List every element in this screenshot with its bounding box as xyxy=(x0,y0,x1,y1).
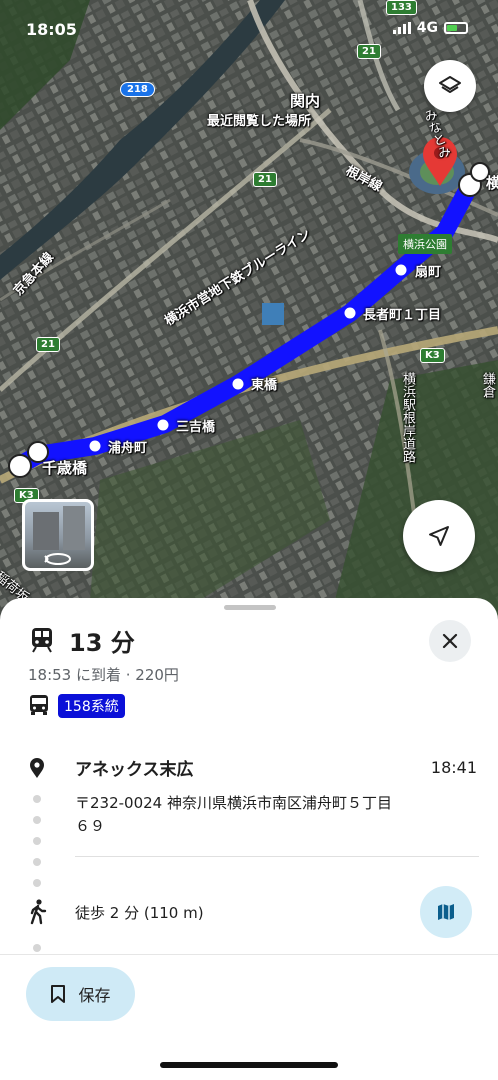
streetview-thumbnail[interactable] xyxy=(22,499,94,571)
timeline-dot xyxy=(33,879,41,887)
route-shield-k3: K3 xyxy=(420,348,445,363)
signal-icon xyxy=(392,22,411,34)
map-label-yokohama-park: 横浜公園 xyxy=(398,234,452,254)
navigate-icon xyxy=(429,526,449,546)
bookmark-icon xyxy=(51,985,66,1003)
map-label-choujamachi: 長者町１丁目 xyxy=(363,308,442,323)
streetview-icon xyxy=(44,553,71,565)
status-time: 18:05 xyxy=(26,20,77,39)
map-label-kamakura-road: 鎌倉 xyxy=(480,372,495,398)
stop-departure-time: 18:41 xyxy=(430,758,477,777)
timeline-dot xyxy=(33,858,41,866)
train-icon xyxy=(32,628,52,653)
sheet-footer: 保存 xyxy=(0,954,498,1080)
timeline-dot xyxy=(33,944,41,952)
home-indicator[interactable] xyxy=(160,1062,338,1068)
timeline-dot xyxy=(33,816,41,824)
start-point xyxy=(8,454,32,478)
map-label-recent-place: 最近閲覧した場所 xyxy=(207,114,312,129)
sheet-grabber[interactable] xyxy=(224,605,276,610)
bus-icon xyxy=(30,695,48,715)
stop-name[interactable]: アネックス末広 xyxy=(75,755,194,780)
battery-icon xyxy=(444,22,468,34)
map-icon xyxy=(438,904,454,920)
map-label-urafunecho: 浦舟町 xyxy=(108,441,148,456)
map-label-ohgimachi: 扇町 xyxy=(415,265,442,280)
map-view[interactable]: 関内 最近閲覧した場所 根岸線 京急本線 横浜市営地下鉄ブルーライン 横浜公園 … xyxy=(0,0,498,620)
route-shield-218: 218 xyxy=(120,82,155,97)
bus-line-badge[interactable]: 158系統 xyxy=(58,694,125,718)
close-icon xyxy=(442,633,458,649)
route-detail-sheet: 13 分 18:53 に到着 · 220円 158系統 アネックス末広 18:4… xyxy=(0,598,498,1080)
route-shield-21: 21 xyxy=(253,172,277,187)
layers-icon xyxy=(439,76,461,93)
section-divider xyxy=(75,856,479,857)
close-button[interactable] xyxy=(429,620,471,662)
timeline-dot xyxy=(33,837,41,845)
map-label-station-cut: 横 xyxy=(486,174,498,192)
show-on-map-button[interactable] xyxy=(420,886,472,938)
save-label: 保存 xyxy=(78,986,111,1005)
layers-button[interactable] xyxy=(424,60,476,112)
map-label-yokohama-station-road: 横浜駅根岸道路 xyxy=(400,372,415,463)
network-label: 4G xyxy=(416,20,438,36)
navigate-button[interactable] xyxy=(403,500,475,572)
route-shield-133: 133 xyxy=(386,0,417,15)
map-label-sankyobashi: 三吉橋 xyxy=(176,420,216,435)
walk-step: 徒歩 2 分 (110 m) xyxy=(75,904,204,922)
status-indicators: 4G xyxy=(392,20,468,36)
arrival-info: 18:53 に到着 · 220円 xyxy=(28,666,179,684)
map-label-higashibashi: 東橋 xyxy=(251,378,278,393)
map-label-chitosebashi: 千歳橋 xyxy=(42,459,88,477)
stop-address: 〒232-0024 神奈川県横浜市南区浦舟町５丁目６９ xyxy=(75,794,392,835)
pin-icon xyxy=(30,758,44,778)
route-duration: 13 分 xyxy=(69,629,135,657)
route-shield-21: 21 xyxy=(357,44,381,59)
route-shield-21: 21 xyxy=(36,337,60,352)
walk-icon xyxy=(30,899,47,925)
timeline-dot xyxy=(33,795,41,803)
map-label-sekinai: 関内 xyxy=(290,92,321,110)
save-button[interactable]: 保存 xyxy=(26,967,135,1021)
